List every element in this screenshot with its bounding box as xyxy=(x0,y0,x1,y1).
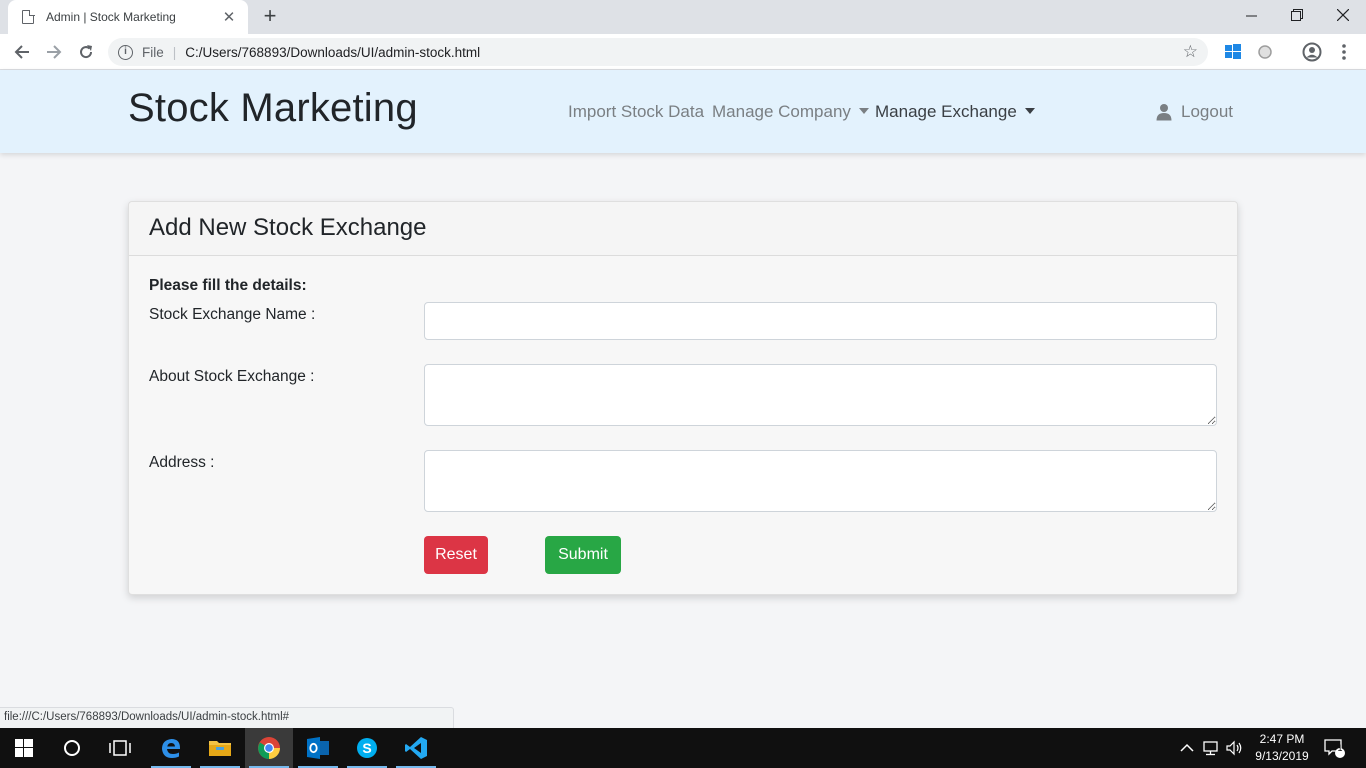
logout-label: Logout xyxy=(1181,102,1233,121)
task-view-icon xyxy=(109,740,131,756)
clock-date: 9/13/2019 xyxy=(1255,749,1309,763)
address-url[interactable]: C:/Users/768893/Downloads/UI/admin-stock… xyxy=(185,45,480,60)
menu-kebab-icon[interactable] xyxy=(1334,42,1354,62)
vscode-icon xyxy=(405,737,427,759)
minimize-button[interactable] xyxy=(1228,0,1274,30)
task-view-button[interactable] xyxy=(96,728,144,768)
folder-icon xyxy=(209,741,231,756)
cortana-circle-icon xyxy=(64,740,80,756)
nav-link-label: Manage Exchange xyxy=(875,102,1017,121)
caret-down-icon xyxy=(1024,108,1035,114)
nav-manage-company[interactable]: Manage Company xyxy=(712,102,869,122)
outlook-app-button[interactable] xyxy=(294,728,342,768)
add-exchange-card: Add New Stock Exchange Please fill the d… xyxy=(128,201,1238,595)
tab-close-icon[interactable]: ✕ xyxy=(220,8,238,26)
file-explorer-button[interactable] xyxy=(196,728,244,768)
about-exchange-label: About Stock Exchange : xyxy=(149,368,315,385)
browser-tab[interactable]: Admin | Stock Marketing ✕ xyxy=(8,0,248,34)
windows-taskbar: S 2:47 PM 9/13/2019 1 xyxy=(0,728,1366,768)
status-url-bubble: file:///C:/Users/768893/Downloads/UI/adm… xyxy=(0,707,454,728)
notification-count: 1 xyxy=(1337,743,1343,753)
address-textarea[interactable] xyxy=(424,450,1217,512)
brand-title[interactable]: Stock Marketing xyxy=(128,86,418,131)
svg-text:S: S xyxy=(362,740,371,756)
site-navbar: Stock Marketing Import Stock Data Manage… xyxy=(0,70,1366,153)
forward-button[interactable] xyxy=(40,38,68,66)
logout-link[interactable]: Logout xyxy=(1156,102,1233,122)
speaker-icon xyxy=(1226,740,1242,756)
exchange-name-label: Stock Exchange Name : xyxy=(149,306,316,323)
caret-down-icon xyxy=(858,108,869,114)
windows-logo-icon xyxy=(15,739,33,757)
browser-toolbar: i File | C:/Users/768893/Downloads/UI/ad… xyxy=(0,34,1366,70)
network-button[interactable] xyxy=(1203,728,1221,768)
arrow-right-icon xyxy=(47,45,62,59)
address-bar[interactable]: i File | C:/Users/768893/Downloads/UI/ad… xyxy=(108,38,1208,66)
nav-import-stock-data[interactable]: Import Stock Data xyxy=(568,102,704,122)
info-icon[interactable]: i xyxy=(118,44,133,60)
form-instruction: Please fill the details: xyxy=(149,277,307,294)
arrow-left-icon xyxy=(14,45,29,59)
skype-app-button[interactable]: S xyxy=(343,728,391,768)
card-title: Add New Stock Exchange xyxy=(149,214,427,241)
nav-manage-exchange[interactable]: Manage Exchange xyxy=(875,102,1035,122)
card-header: Add New Stock Exchange xyxy=(129,202,1237,256)
close-window-button[interactable] xyxy=(1320,0,1366,30)
user-icon xyxy=(1156,104,1172,121)
nav-link-label: Import Stock Data xyxy=(568,102,705,121)
restore-button[interactable] xyxy=(1274,0,1320,30)
chrome-icon xyxy=(258,737,280,759)
browser-tabstrip: Admin | Stock Marketing ✕ + xyxy=(0,0,1366,34)
page-icon xyxy=(22,9,35,24)
minimize-icon xyxy=(1245,15,1257,16)
profile-avatar-icon[interactable] xyxy=(1302,42,1322,62)
edge-app-button[interactable] xyxy=(147,728,195,768)
skype-icon: S xyxy=(357,738,377,758)
action-center-button[interactable]: 1 xyxy=(1324,728,1346,768)
reload-icon xyxy=(80,45,93,59)
nav-link-label: Manage Company xyxy=(712,102,851,121)
restore-icon xyxy=(1291,9,1303,21)
taskbar-clock[interactable]: 2:47 PM 9/13/2019 xyxy=(1246,731,1318,765)
back-button[interactable] xyxy=(8,38,36,66)
search-button[interactable] xyxy=(48,728,96,768)
address-separator: | xyxy=(172,44,177,60)
close-icon xyxy=(1337,9,1349,21)
clock-time: 2:47 PM xyxy=(1259,732,1305,746)
address-label: Address : xyxy=(149,454,215,471)
reset-button[interactable]: Reset xyxy=(424,536,488,574)
new-tab-button[interactable]: + xyxy=(258,5,282,29)
reload-button[interactable] xyxy=(72,38,100,66)
outlook-icon xyxy=(307,737,329,759)
volume-button[interactable] xyxy=(1226,728,1244,768)
chrome-app-button[interactable] xyxy=(245,728,293,768)
extension-circle-icon[interactable] xyxy=(1255,42,1275,62)
exchange-name-input[interactable] xyxy=(424,302,1217,340)
tab-title: Admin | Stock Marketing xyxy=(46,10,176,24)
about-exchange-textarea[interactable] xyxy=(424,364,1217,426)
start-button[interactable] xyxy=(0,728,48,768)
edge-icon xyxy=(162,739,180,758)
chevron-up-icon xyxy=(1180,743,1194,752)
vscode-app-button[interactable] xyxy=(392,728,440,768)
bookmark-star-icon[interactable]: ☆ xyxy=(1183,42,1198,62)
windows-extension-icon[interactable] xyxy=(1223,42,1243,62)
show-hidden-icons-button[interactable] xyxy=(1180,728,1194,768)
submit-button[interactable]: Submit xyxy=(545,536,621,574)
address-scheme: File xyxy=(142,44,164,60)
network-icon xyxy=(1203,741,1218,756)
